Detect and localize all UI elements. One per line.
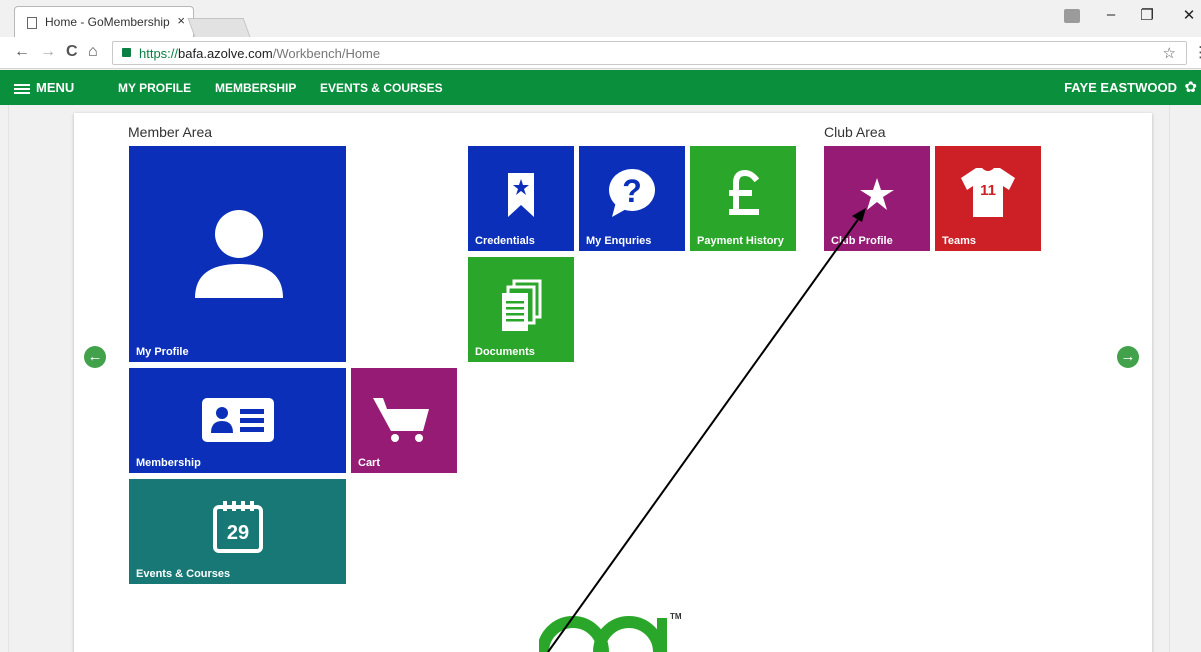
annotation-arrow <box>547 208 866 652</box>
